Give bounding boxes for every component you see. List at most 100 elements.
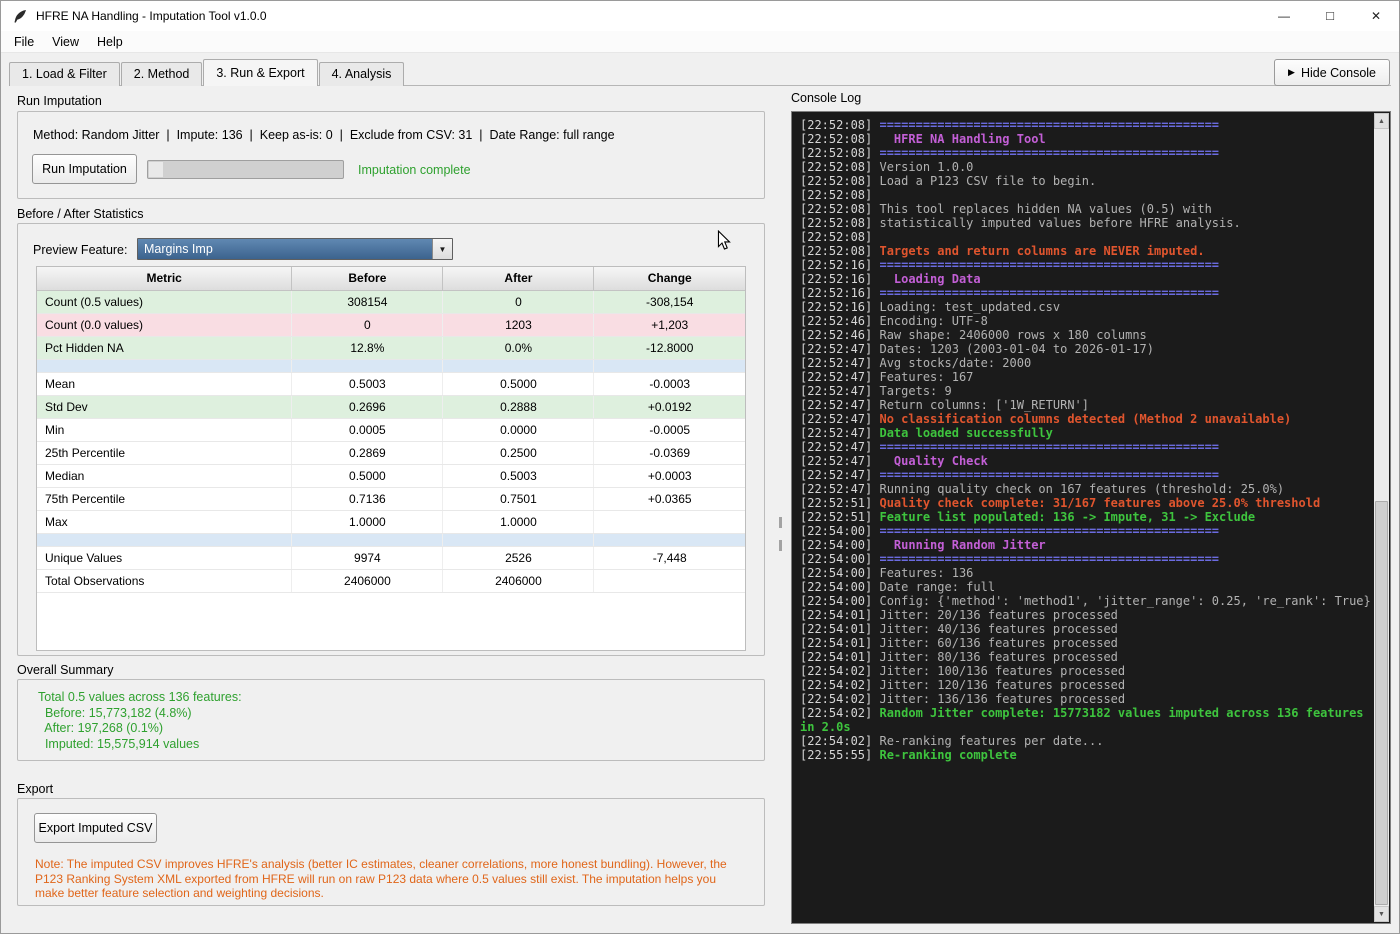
scrollbar-down-button[interactable]: ▼ <box>1374 906 1389 922</box>
value-cell <box>292 533 443 546</box>
run-imputation-group-title: Run Imputation <box>17 94 102 108</box>
console-line: [22:52:08] <box>800 188 1374 202</box>
maximize-button[interactable]: □ <box>1307 1 1353 31</box>
menu-help[interactable]: Help <box>88 33 132 51</box>
export-imputed-csv-button[interactable]: Export Imputed CSV <box>34 813 157 843</box>
metric-cell: Count (0.0 values) <box>37 313 292 336</box>
value-cell: +0.0192 <box>594 395 745 418</box>
table-row[interactable]: Pct Hidden NA12.8%0.0%-12.8000 <box>37 336 745 359</box>
value-cell: -12.8000 <box>594 336 745 359</box>
window-title: HFRE NA Handling - Imputation Tool v1.0.… <box>36 9 267 23</box>
value-cell: 2406000 <box>443 569 594 592</box>
value-cell: 0.5003 <box>443 464 594 487</box>
table-row[interactable]: Mean0.50030.5000-0.0003 <box>37 372 745 395</box>
console-line: [22:54:02] Re-ranking features per date.… <box>800 734 1374 748</box>
value-cell: 0 <box>443 290 594 313</box>
stats-table: Metric Before After Change Count (0.5 va… <box>36 266 746 651</box>
value-cell: +0.0003 <box>594 464 745 487</box>
value-cell: 9974 <box>292 546 443 569</box>
column-header-before[interactable]: Before <box>292 267 443 290</box>
console-line: [22:52:51] Quality check complete: 31/16… <box>800 496 1374 510</box>
value-cell: +1,203 <box>594 313 745 336</box>
summary-line: Before: 15,773,182 (4.8%) <box>38 706 242 722</box>
value-cell: 0.0% <box>443 336 594 359</box>
value-cell: -308,154 <box>594 290 745 313</box>
method-summary: Method: Random Jitter | Impute: 136 | Ke… <box>33 128 615 142</box>
table-row[interactable]: Unique Values99742526-7,448 <box>37 546 745 569</box>
metric-cell: Pct Hidden NA <box>37 336 292 359</box>
table-row[interactable]: 25th Percentile0.28690.2500-0.0369 <box>37 441 745 464</box>
metric-cell: Min <box>37 418 292 441</box>
console-line: [22:52:16] =============================… <box>800 286 1374 300</box>
console-scrollbar[interactable]: ▲ ▼ <box>1374 113 1389 922</box>
table-row[interactable]: Std Dev0.26960.2888+0.0192 <box>37 395 745 418</box>
table-row[interactable]: Count (0.5 values)3081540-308,154 <box>37 290 745 313</box>
metric-cell: Mean <box>37 372 292 395</box>
column-header-metric[interactable]: Metric <box>37 267 292 290</box>
console-line: [22:55:55] Re-ranking complete <box>800 748 1374 762</box>
export-group-title: Export <box>17 782 53 796</box>
value-cell: -0.0369 <box>594 441 745 464</box>
console-line: [22:54:02] Jitter: 136/136 features proc… <box>800 692 1374 706</box>
scrollbar-up-button[interactable]: ▲ <box>1374 113 1389 129</box>
console-line: [22:54:01] Jitter: 80/136 features proce… <box>800 650 1374 664</box>
metric-cell: Median <box>37 464 292 487</box>
summary-line: Total 0.5 values across 136 features: <box>38 690 242 706</box>
table-row[interactable]: 75th Percentile0.71360.7501+0.0365 <box>37 487 745 510</box>
metric-cell: Total Observations <box>37 569 292 592</box>
preview-feature-label: Preview Feature: <box>33 243 127 257</box>
tab-analysis[interactable]: 4. Analysis <box>319 62 405 86</box>
table-row[interactable]: Total Observations24060002406000 <box>37 569 745 592</box>
console-line: [22:52:46] Encoding: UTF-8 <box>800 314 1374 328</box>
tab-run-export[interactable]: 3. Run & Export <box>203 59 317 86</box>
hide-console-button[interactable]: ▶ Hide Console <box>1274 59 1390 86</box>
console-line: [22:52:16] Loading Data <box>800 272 1374 286</box>
table-row[interactable]: Median0.50000.5003+0.0003 <box>37 464 745 487</box>
console-line: [22:52:08] This tool replaces hidden NA … <box>800 202 1374 216</box>
value-cell: 2526 <box>443 546 594 569</box>
close-button[interactable]: ✕ <box>1353 1 1399 31</box>
preview-feature-select[interactable]: Margins Imp ▼ <box>137 238 453 260</box>
tab-load-filter[interactable]: 1. Load & Filter <box>9 62 120 86</box>
value-cell: 0.2888 <box>443 395 594 418</box>
metric-cell: Std Dev <box>37 395 292 418</box>
metric-cell: Max <box>37 510 292 533</box>
console-line: [22:52:08] <box>800 230 1374 244</box>
menu-view[interactable]: View <box>43 33 88 51</box>
value-cell <box>594 533 745 546</box>
metric-cell: 75th Percentile <box>37 487 292 510</box>
console-line: [22:52:47] Avg stocks/date: 2000 <box>800 356 1374 370</box>
value-cell: 0.2869 <box>292 441 443 464</box>
column-header-change[interactable]: Change <box>594 267 745 290</box>
menu-file[interactable]: File <box>5 33 43 51</box>
tab-method[interactable]: 2. Method <box>121 62 203 86</box>
column-header-after[interactable]: After <box>443 267 594 290</box>
value-cell <box>443 533 594 546</box>
overall-summary-text: Total 0.5 values across 136 features: Be… <box>38 690 242 752</box>
statistics-group: Preview Feature: Margins Imp ▼ Metric Be… <box>17 223 765 656</box>
scrollbar-thumb[interactable] <box>1375 501 1388 905</box>
console-line: [22:52:08] Targets and return columns ar… <box>800 244 1374 258</box>
value-cell: 0.5000 <box>292 464 443 487</box>
value-cell: 0.0000 <box>443 418 594 441</box>
value-cell: 0.5003 <box>292 372 443 395</box>
export-note: Note: The imputed CSV improves HFRE's an… <box>35 857 735 901</box>
metric-cell <box>37 533 292 546</box>
scroll-down-icon: ▼ <box>1378 911 1385 918</box>
console-line: [22:54:00] =============================… <box>800 552 1374 566</box>
minimize-button[interactable]: — <box>1261 1 1307 31</box>
table-row[interactable]: Max1.00001.0000 <box>37 510 745 533</box>
table-row[interactable]: Min0.00050.0000-0.0005 <box>37 418 745 441</box>
console-log[interactable]: [22:52:08] =============================… <box>792 112 1374 923</box>
value-cell: 0.5000 <box>443 372 594 395</box>
table-row[interactable] <box>37 359 745 372</box>
table-row[interactable]: Count (0.0 values)01203+1,203 <box>37 313 745 336</box>
metric-cell: Count (0.5 values) <box>37 290 292 313</box>
value-cell: 0.2500 <box>443 441 594 464</box>
titlebar: HFRE NA Handling - Imputation Tool v1.0.… <box>1 1 1399 31</box>
panel-splitter[interactable] <box>776 87 786 927</box>
run-imputation-button[interactable]: Run Imputation <box>32 154 137 184</box>
table-row[interactable] <box>37 533 745 546</box>
chevron-down-icon[interactable]: ▼ <box>432 239 452 259</box>
console-line: [22:54:01] Jitter: 60/136 features proce… <box>800 636 1374 650</box>
